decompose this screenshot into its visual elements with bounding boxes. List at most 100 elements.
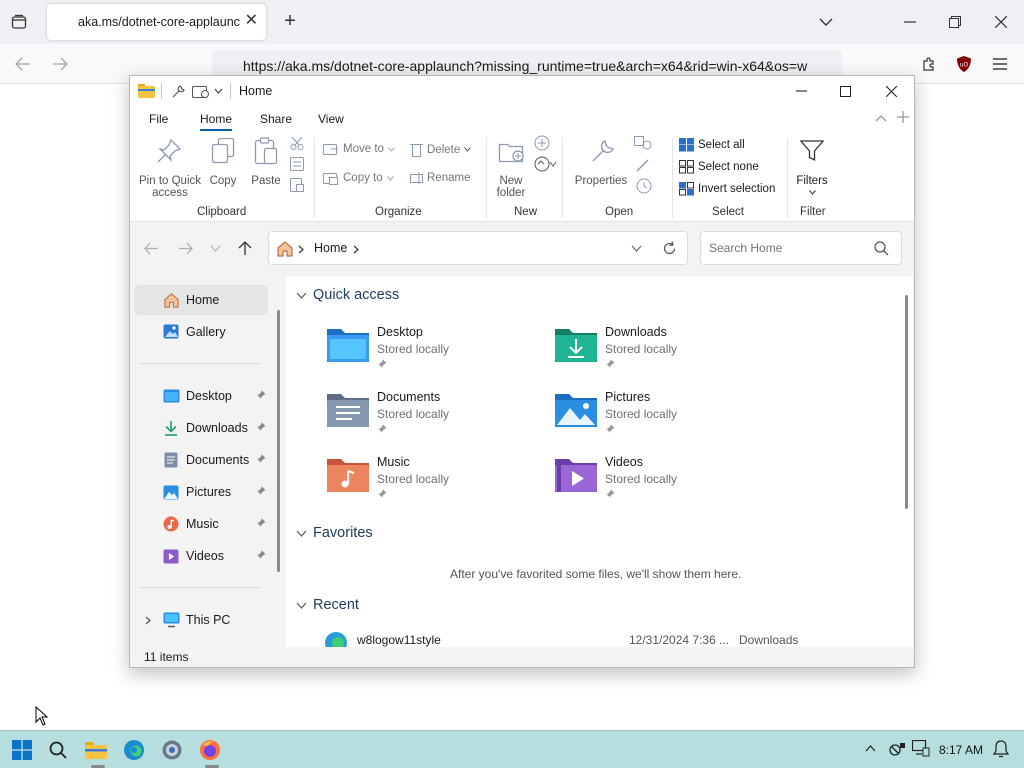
tab-share[interactable]: Share — [260, 112, 292, 126]
quick-access-pictures[interactable]: Pictures Stored locally — [554, 390, 764, 452]
clock-time[interactable]: 8:17 AM — [939, 743, 983, 757]
taskbar-settings[interactable] — [159, 737, 185, 763]
chevron-right-icon[interactable] — [145, 616, 151, 625]
search-input[interactable] — [709, 239, 859, 257]
invert-selection-button[interactable]: Invert selection — [679, 182, 775, 196]
pin-icon[interactable] — [256, 422, 266, 432]
plus-icon[interactable] — [897, 111, 909, 123]
pin-icon[interactable] — [256, 454, 266, 464]
chevron-right-icon[interactable] — [353, 245, 359, 254]
move-to-icon — [323, 144, 338, 155]
forward-arrow-icon[interactable] — [178, 242, 193, 255]
url-text: https://aka.ms/dotnet-core-applaunch?mis… — [243, 58, 808, 74]
select-none-button[interactable]: Select none — [679, 160, 759, 174]
properties-button[interactable]: Properties — [572, 136, 630, 200]
sidebar-item-music[interactable]: Music — [134, 509, 268, 539]
pin-icon[interactable] — [256, 390, 266, 400]
quick-access-header[interactable]: Quick access — [296, 287, 399, 303]
copy-button[interactable]: Copy — [206, 136, 240, 200]
new-folder-quick-icon[interactable] — [192, 84, 209, 99]
filters-button[interactable]: Filters — [792, 136, 832, 200]
explorer-minimize-button[interactable] — [790, 81, 812, 101]
recent-header[interactable]: Recent — [296, 597, 359, 613]
history-icon[interactable] — [636, 178, 652, 194]
breadcrumb-home[interactable]: Home — [314, 241, 347, 255]
quick-access-desktop[interactable]: Desktop Stored locally — [326, 325, 536, 387]
navigation-scrollbar[interactable] — [277, 310, 280, 572]
quick-access-documents[interactable]: Documents Stored locally — [326, 390, 536, 452]
content-scrollbar[interactable] — [905, 295, 908, 509]
new-tab-button[interactable]: + — [279, 9, 301, 33]
explorer-close-button[interactable] — [880, 81, 902, 101]
taskbar-file-explorer[interactable] — [83, 737, 109, 768]
explorer-maximize-button[interactable] — [834, 81, 856, 101]
taskbar-search-button[interactable] — [45, 737, 71, 763]
browser-tab[interactable]: aka.ms/dotnet-core-applaunch ✕ — [47, 4, 266, 40]
taskbar-firefox[interactable] — [197, 737, 223, 768]
cut-icon[interactable] — [290, 136, 304, 150]
collapse-ribbon-icon[interactable] — [875, 114, 887, 122]
list-all-tabs-button[interactable] — [815, 12, 837, 32]
open-icon[interactable] — [634, 136, 652, 150]
sidebar-item-downloads[interactable]: Downloads — [134, 413, 268, 443]
extensions-button[interactable] — [918, 54, 940, 74]
favorites-header[interactable]: Favorites — [296, 525, 373, 541]
forward-button[interactable] — [49, 54, 71, 74]
move-to-button[interactable]: Move to — [323, 142, 395, 156]
menu-button[interactable] — [989, 54, 1011, 74]
new-folder-button[interactable]: New folder — [490, 136, 532, 200]
new-item-icon[interactable] — [534, 135, 550, 151]
pin-icon[interactable] — [256, 550, 266, 560]
back-arrow-icon[interactable] — [144, 242, 159, 255]
delete-button[interactable]: Delete — [410, 142, 472, 157]
sidebar-item-videos[interactable]: Videos — [134, 541, 268, 571]
address-history-chevron-icon[interactable] — [631, 245, 642, 252]
edit-icon[interactable] — [636, 158, 650, 172]
sidebar-item-documents[interactable]: Documents — [134, 445, 268, 475]
select-all-button[interactable]: Select all — [679, 138, 745, 152]
paste-shortcut-icon[interactable] — [290, 178, 304, 192]
taskbar-edge[interactable] — [121, 737, 147, 763]
sidebar-item-home[interactable]: Home — [134, 285, 268, 315]
copy-to-button[interactable]: Copy to — [323, 171, 394, 185]
easy-access-icon[interactable] — [534, 156, 558, 172]
tab-home[interactable]: Home — [200, 112, 233, 131]
sidebar-item-this-pc[interactable]: This PC — [134, 605, 268, 635]
item-subtitle: Stored locally — [605, 407, 678, 421]
show-hidden-icons-chevron-icon[interactable] — [865, 745, 876, 752]
sidebar-item-desktop[interactable]: Desktop — [134, 381, 268, 411]
copy-path-icon[interactable] — [290, 157, 304, 171]
quick-access-toolbar-chevron-icon[interactable] — [214, 88, 223, 94]
close-button[interactable] — [989, 12, 1013, 32]
quick-access-downloads[interactable]: Downloads Stored locally — [554, 325, 764, 387]
restore-button[interactable] — [943, 12, 967, 32]
pin-to-quick-access-button[interactable]: Pin to Quick access — [136, 136, 204, 200]
recent-row[interactable]: w8logow11style 12/31/2024 7:36 ... Downl… — [322, 629, 902, 647]
sidebar-item-gallery[interactable]: Gallery — [134, 317, 268, 347]
paste-button[interactable]: Paste — [248, 136, 284, 200]
up-arrow-icon[interactable] — [238, 241, 252, 256]
quick-access-music[interactable]: Music Stored locally — [326, 455, 536, 517]
no-network-icon[interactable] — [888, 741, 906, 757]
tab-close-button[interactable]: ✕ — [245, 12, 258, 30]
tab-view[interactable]: View — [318, 112, 344, 126]
search-box[interactable] — [700, 231, 902, 265]
refresh-icon[interactable] — [662, 241, 677, 256]
address-bar[interactable]: Home — [268, 231, 688, 265]
search-icon[interactable] — [874, 241, 889, 256]
ublock-button[interactable]: uO — [953, 53, 975, 75]
properties-quick-icon[interactable] — [171, 84, 186, 99]
sidebar-item-pictures[interactable]: Pictures — [134, 477, 268, 507]
rename-button[interactable]: Rename — [410, 171, 470, 185]
tab-file[interactable]: File — [149, 112, 168, 126]
start-button[interactable] — [9, 737, 35, 763]
bell-icon[interactable] — [993, 740, 1009, 758]
tab-overview-button[interactable] — [8, 11, 30, 33]
minimize-button[interactable] — [898, 12, 922, 32]
recent-locations-chevron-icon[interactable] — [210, 245, 221, 252]
pin-icon[interactable] — [256, 486, 266, 496]
quick-access-videos[interactable]: Videos Stored locally — [554, 455, 764, 517]
back-button[interactable] — [12, 54, 34, 74]
pin-icon[interactable] — [256, 518, 266, 528]
network-monitor-icon[interactable] — [912, 740, 930, 758]
